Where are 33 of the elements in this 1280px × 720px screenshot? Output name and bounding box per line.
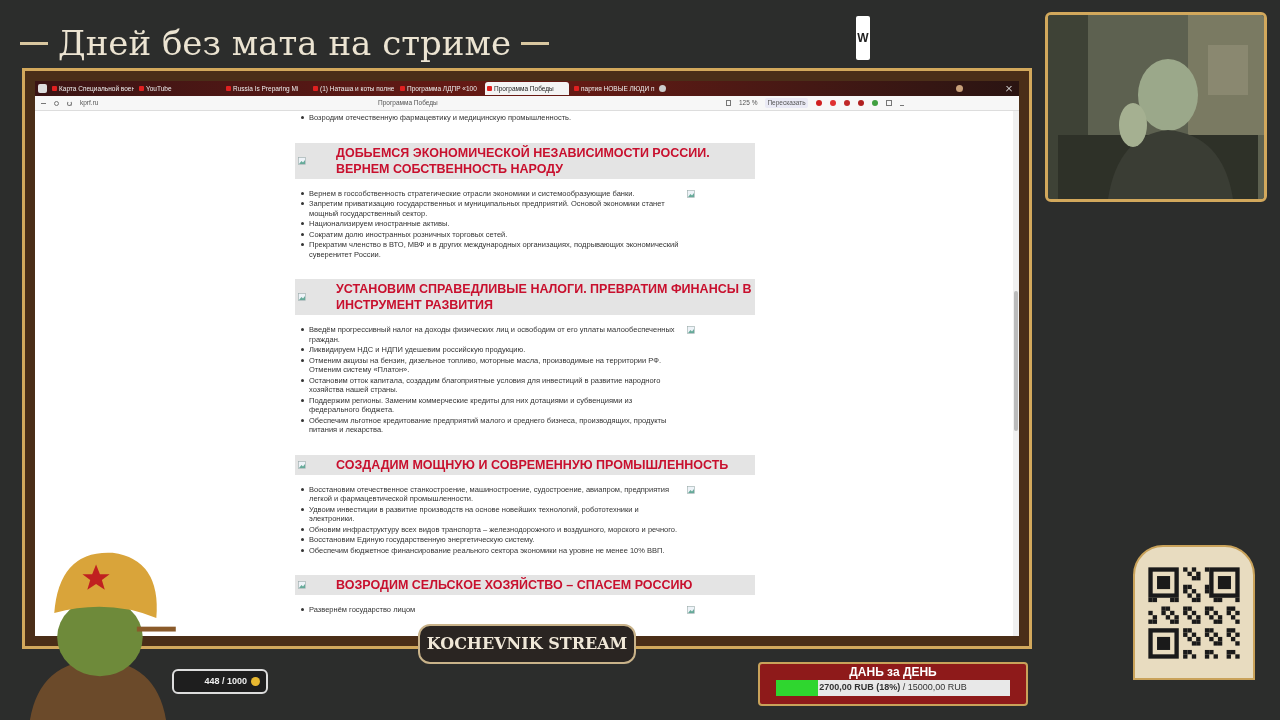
profile-icon[interactable] — [956, 85, 963, 92]
title-ornament — [521, 42, 550, 45]
broken-image-icon — [298, 460, 306, 469]
counter-text: 448 / 1000 — [204, 674, 247, 688]
tab-favicon-icon — [313, 86, 318, 91]
stream-name: KOCHEVNIK STREAM — [426, 633, 628, 655]
browser-menu-icon[interactable] — [38, 84, 47, 93]
tab-favicon-icon — [574, 86, 579, 91]
broken-image-icon — [687, 485, 695, 494]
tab-favicon-icon — [52, 86, 57, 91]
section-heading: ДОБЬЕМСЯ ЭКОНОМИЧЕСКОЙ НЕЗАВИСИМОСТИ РОССИИ. ВЕРНЕМ СОБСТВЕННОСТЬ НАРОДУ — [336, 144, 711, 177]
section-heading: ВОЗРОДИМ СЕЛЬСКОЕ ХОЗЯЙСТВО – СПАСЕМ РОССИЮ — [336, 577, 694, 593]
title-ornament — [20, 42, 48, 45]
goal-amount: 2700,00 RUB (18%) / 15000,00 RUB — [819, 681, 967, 695]
tab-favicon-icon — [226, 86, 231, 91]
broken-image-icon — [298, 293, 306, 301]
stream-title: Дней без мата на стриме — [58, 22, 512, 65]
logo: W — [856, 16, 870, 60]
scrollbar-thumb[interactable] — [1014, 291, 1018, 431]
tab-favicon-icon — [139, 86, 144, 91]
tab-favicon-icon — [487, 86, 492, 91]
coin-icon — [251, 677, 260, 686]
broken-image-icon — [298, 581, 306, 589]
broken-image-icon — [298, 156, 306, 165]
broken-image-icon — [687, 189, 695, 198]
tab-favicon-icon — [400, 86, 405, 91]
section-heading: СОЗДАДИМ МОЩНУЮ И СОВРЕМЕННУЮ ПРОМЫШЛЕННОСТЬ — [336, 456, 730, 473]
new-tab-icon[interactable] — [659, 85, 666, 92]
broken-image-icon — [687, 606, 695, 614]
bookmark-icon[interactable] — [726, 100, 731, 106]
section-heading: УСТАНОВИМ СПРАВЕДЛИВЫЕ НАЛОГИ. ПРЕВРАТИМ ФИНАНСЫ В ИНСТРУМЕНТ РАЗВИТИЯ — [336, 281, 752, 313]
broken-image-icon — [687, 326, 695, 334]
goal-title: ДАНЬ за ДЕНЬ — [849, 664, 937, 680]
